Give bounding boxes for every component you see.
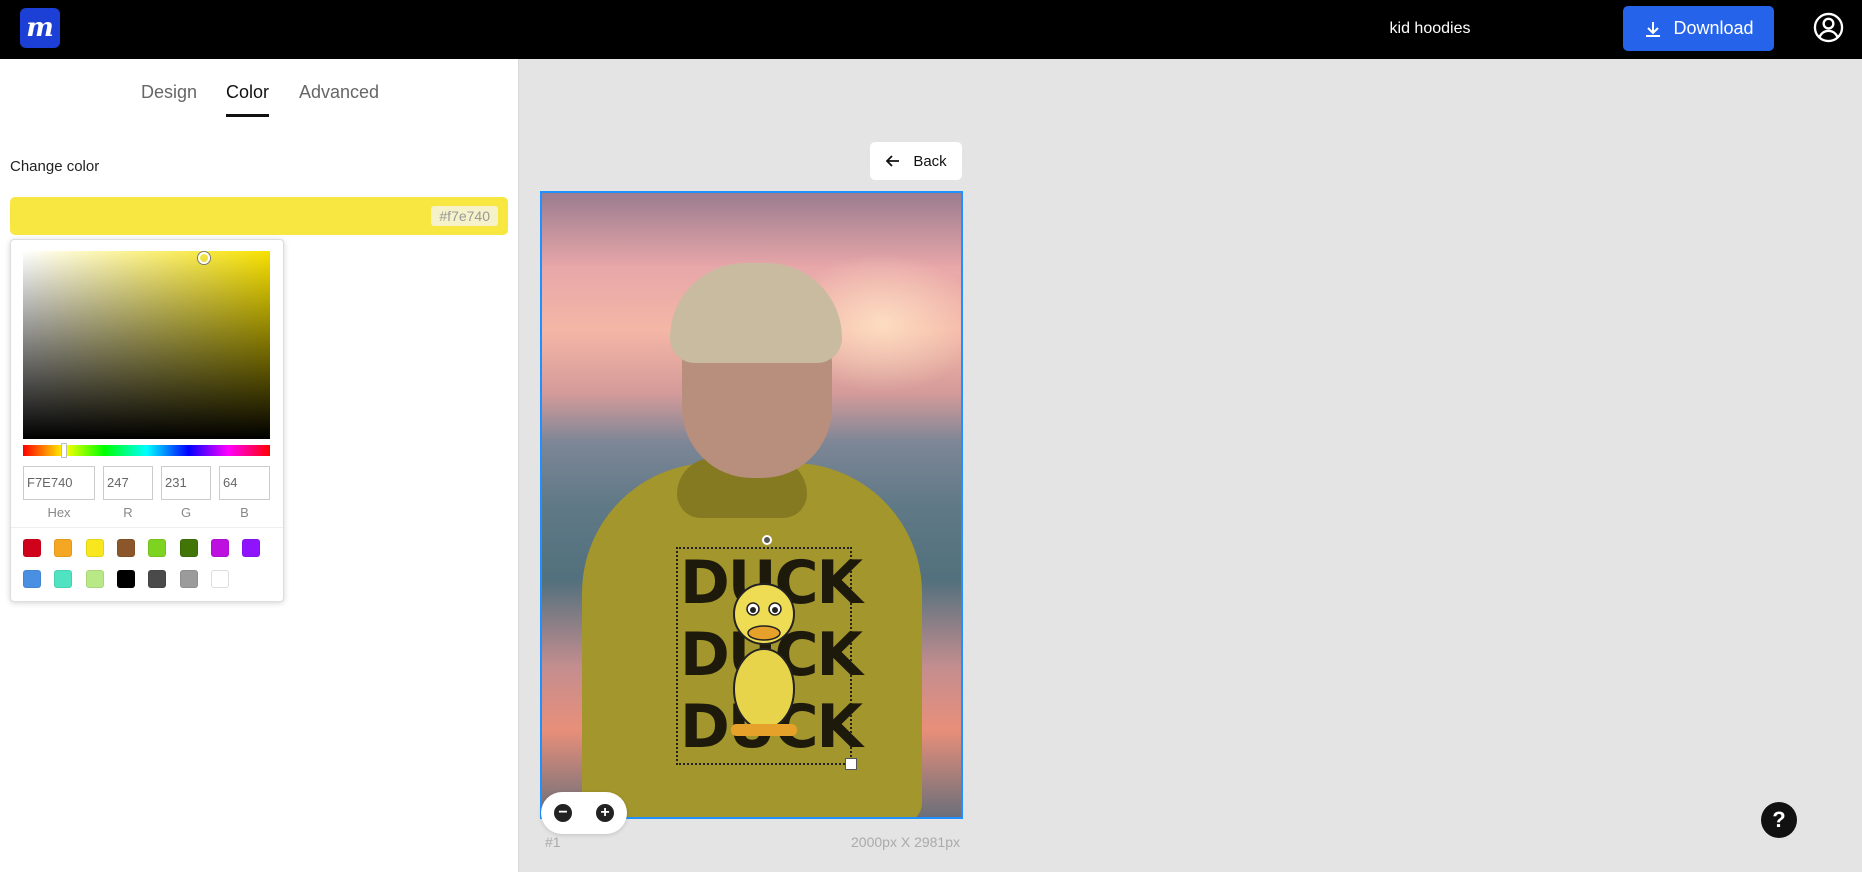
- current-color-field[interactable]: #f7e740: [10, 197, 508, 235]
- color-swatch[interactable]: [148, 539, 167, 557]
- current-hex-value: #f7e740: [431, 206, 498, 226]
- picker-divider: [11, 527, 283, 528]
- hex-label: Hex: [47, 505, 71, 520]
- document-title[interactable]: kid hoodies: [1330, 20, 1530, 38]
- color-swatch[interactable]: [210, 570, 229, 588]
- color-swatch[interactable]: [210, 539, 229, 557]
- download-icon: [1646, 21, 1661, 37]
- duck-illustration: [731, 583, 797, 736]
- left-panel: Design Color Advanced Change color #f7e7…: [0, 59, 519, 872]
- active-tab-indicator: [226, 114, 269, 117]
- blue-label: B: [240, 505, 249, 520]
- download-button[interactable]: Download: [1623, 6, 1774, 51]
- page-number: #1: [545, 834, 561, 850]
- app-logo[interactable]: m: [20, 8, 60, 48]
- color-swatch[interactable]: [54, 539, 73, 557]
- color-swatch[interactable]: [23, 570, 41, 588]
- red-input[interactable]: 247: [103, 466, 153, 500]
- change-color-label: Change color: [10, 158, 100, 175]
- green-input[interactable]: 231: [161, 466, 211, 500]
- top-bar: m kid hoodies Download: [0, 0, 1862, 59]
- hue-handle[interactable]: [61, 443, 67, 458]
- hue-slider[interactable]: [23, 443, 270, 458]
- user-account-icon[interactable]: [1813, 12, 1844, 43]
- help-icon: ?: [1772, 807, 1786, 832]
- product-mockup-image[interactable]: DUCK DUCK DUCK: [540, 191, 963, 819]
- color-swatch[interactable]: [85, 570, 104, 588]
- red-label: R: [123, 505, 133, 520]
- back-button[interactable]: Back: [870, 142, 962, 180]
- saturation-area[interactable]: [23, 251, 270, 439]
- hex-input[interactable]: F7E740: [23, 466, 95, 500]
- back-label: Back: [913, 152, 947, 170]
- color-swatch[interactable]: [116, 570, 135, 588]
- blue-input[interactable]: 64: [219, 466, 270, 500]
- color-picker-popover: F7E740 247 231 64 Hex R G B: [10, 239, 284, 602]
- green-label: G: [180, 505, 192, 520]
- color-swatch[interactable]: [85, 539, 104, 557]
- color-swatch[interactable]: [179, 539, 198, 557]
- color-swatch[interactable]: [54, 570, 73, 588]
- zoom-out-icon[interactable]: −: [554, 804, 572, 822]
- color-swatch[interactable]: [116, 539, 135, 557]
- zoom-controls: − +: [541, 792, 627, 834]
- color-swatch[interactable]: [23, 539, 41, 557]
- resize-handle[interactable]: [845, 758, 857, 770]
- rotate-handle[interactable]: [762, 535, 772, 545]
- arrow-left-icon: [886, 155, 900, 167]
- image-dimensions: 2000px X 2981px: [851, 834, 960, 850]
- design-print-area[interactable]: DUCK DUCK DUCK: [676, 547, 863, 765]
- help-button[interactable]: ?: [1761, 802, 1797, 838]
- download-label: Download: [1673, 18, 1754, 38]
- color-swatch[interactable]: [148, 570, 167, 588]
- tab-advanced[interactable]: Advanced: [299, 82, 379, 103]
- tab-design[interactable]: Design: [141, 82, 197, 103]
- color-swatch[interactable]: [179, 570, 198, 588]
- tab-color[interactable]: Color: [226, 82, 269, 103]
- saturation-handle[interactable]: [198, 252, 210, 264]
- color-swatch[interactable]: [242, 539, 261, 557]
- zoom-in-icon[interactable]: +: [596, 804, 614, 822]
